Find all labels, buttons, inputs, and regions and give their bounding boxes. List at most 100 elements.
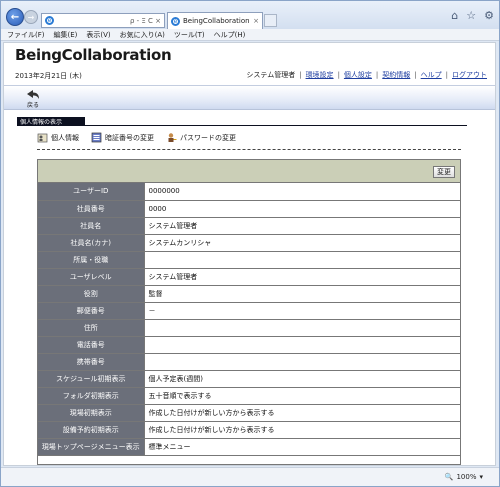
field-label: 現場初期表示 xyxy=(38,404,145,422)
subtab-bar: 個人情報 暗証番号の変更 パスワードの変更 xyxy=(37,132,236,143)
field-value: 個人予定表(週間) xyxy=(144,370,460,388)
subtab-personal-info[interactable]: 個人情報 xyxy=(37,132,79,143)
person-key-icon xyxy=(168,133,177,142)
table-row: フォルダ初期表示 五十音順で表示する xyxy=(38,387,460,405)
field-value: 0000000 xyxy=(144,183,460,201)
current-date: 2013年2月21日 (木) xyxy=(15,72,82,80)
header-links: システム管理者 | 環境設定 | 個人設定 | 契約情報 | ヘルプ | ログア… xyxy=(246,70,487,80)
link-contract-info[interactable]: 契約情報 xyxy=(382,70,410,80)
ie-logo-icon: e xyxy=(45,16,54,25)
magnifier-icon: 🔍 xyxy=(444,473,454,481)
menu-favorites[interactable]: お気に入り(A) xyxy=(120,30,165,40)
back-arrow-icon[interactable]: ← xyxy=(6,8,24,26)
table-row: 役割 監督 xyxy=(38,285,460,303)
zoom-level: 100% xyxy=(456,473,477,481)
field-label: 携帯番号 xyxy=(38,353,145,371)
profile-panel: 変更 ユーザーID 0000000 社員番号 0000 社員名 システム管理者 社員名(カナ… xyxy=(37,159,461,465)
tab-close-icon[interactable]: × xyxy=(253,17,259,25)
browser-toolbar: ← → e ρ - Ξ C × e BeingCollaboration × ⌂… xyxy=(1,1,499,29)
menu-help[interactable]: ヘルプ(H) xyxy=(214,30,246,40)
zoom-control[interactable]: 🔍 100% ▾ xyxy=(445,473,483,481)
field-value: 標準メニュー xyxy=(144,438,460,456)
field-value: システム管理者 xyxy=(144,217,460,235)
table-row: 社員名 システム管理者 xyxy=(38,217,460,235)
table-row: 電話番号 xyxy=(38,336,460,354)
table-row: 現場トップページメニュー表示 標準メニュー xyxy=(38,438,460,456)
subtab-password-change-label: パスワードの変更 xyxy=(180,133,236,142)
field-value xyxy=(144,319,460,337)
browser-top-icons: ⌂ ☆ ⚙ xyxy=(451,9,494,22)
gear-icon[interactable]: ⚙ xyxy=(484,9,494,22)
table-row: 携帯番号 xyxy=(38,353,460,371)
subtab-password-change[interactable]: パスワードの変更 xyxy=(166,132,236,143)
favorites-star-icon[interactable]: ☆ xyxy=(466,9,476,22)
user-role: システム管理者 xyxy=(246,71,296,79)
table-row: 社員番号 0000 xyxy=(38,200,460,218)
menu-edit[interactable]: 編集(E) xyxy=(54,30,78,40)
subtab-pin-change[interactable]: 暗証番号の変更 xyxy=(91,132,154,143)
menu-bar: ファイル(F) 編集(E) 表示(V) お気に入り(A) ツール(T) ヘルプ(… xyxy=(1,29,499,41)
field-value: 作成した日付けが新しい方から表示する xyxy=(144,421,460,439)
field-value: 作成した日付けが新しい方から表示する xyxy=(144,404,460,422)
field-label: ユーザレベル xyxy=(38,268,145,286)
field-label: 社員名 xyxy=(38,217,145,235)
table-row: スケジュール初期表示 個人予定表(週間) xyxy=(38,370,460,388)
app-toolbar: 戻る xyxy=(4,85,495,110)
section-divider xyxy=(17,125,467,126)
table-row: ユーザレベル システム管理者 xyxy=(38,268,460,286)
field-value: システム管理者 xyxy=(144,268,460,286)
edit-button[interactable]: 変更 xyxy=(433,166,455,178)
table-row: ユーザーID 0000000 xyxy=(38,183,460,201)
status-bar: 🔍 100% ▾ xyxy=(1,467,499,486)
menu-file[interactable]: ファイル(F) xyxy=(7,30,45,40)
field-label: スケジュール初期表示 xyxy=(38,370,145,388)
tab-title: BeingCollaboration xyxy=(183,17,250,25)
field-value xyxy=(144,336,460,354)
field-label: 現場トップページメニュー表示 xyxy=(38,438,145,456)
app-header: BeingCollaboration 2013年2月21日 (木) システム管理… xyxy=(4,43,495,85)
field-label: 社員名(カナ) xyxy=(38,234,145,252)
chevron-down-icon: ▾ xyxy=(479,473,483,481)
return-label: 戻る xyxy=(26,102,39,109)
browser-tab[interactable]: e BeingCollaboration × xyxy=(167,12,263,29)
link-personal-settings[interactable]: 個人設定 xyxy=(344,70,372,80)
field-label: ユーザーID xyxy=(38,183,145,201)
return-arrow-icon xyxy=(27,90,39,99)
field-label: 社員番号 xyxy=(38,200,145,218)
field-label: 電話番号 xyxy=(38,336,145,354)
menu-tools[interactable]: ツール(T) xyxy=(174,30,205,40)
field-label: 住所 xyxy=(38,319,145,337)
link-help[interactable]: ヘルプ xyxy=(421,70,442,80)
subtab-personal-info-label: 個人情報 xyxy=(51,133,79,142)
subtab-pin-change-label: 暗証番号の変更 xyxy=(105,133,154,142)
new-tab-button[interactable] xyxy=(264,14,277,27)
address-bar[interactable]: e ρ - Ξ C × xyxy=(41,13,165,28)
field-label: フォルダ初期表示 xyxy=(38,387,145,405)
table-row: 現場初期表示 作成した日付けが新しい方から表示する xyxy=(38,404,460,422)
page-content: BeingCollaboration 2013年2月21日 (木) システム管理… xyxy=(3,42,496,466)
profile-table: ユーザーID 0000000 社員番号 0000 社員名 システム管理者 社員名(カナ) シス… xyxy=(38,183,460,456)
field-label: 郵便番号 xyxy=(38,302,145,320)
field-value: 五十音順で表示する xyxy=(144,387,460,405)
forward-arrow-icon[interactable]: → xyxy=(24,10,38,24)
subtab-divider xyxy=(37,149,461,150)
field-value xyxy=(144,251,460,269)
field-value: 監督 xyxy=(144,285,460,303)
link-logout[interactable]: ログアウト xyxy=(452,70,487,80)
tab-ie-icon: e xyxy=(171,16,180,26)
field-label: 役割 xyxy=(38,285,145,303)
home-icon[interactable]: ⌂ xyxy=(451,9,458,22)
table-row: 郵便番号－ xyxy=(38,302,460,320)
link-environment-settings[interactable]: 環境設定 xyxy=(306,70,334,80)
table-row: 所属・役職 xyxy=(38,251,460,269)
field-value: システムカンリシャ xyxy=(144,234,460,252)
table-row: 住所 xyxy=(38,319,460,337)
return-button[interactable]: 戻る xyxy=(22,89,44,109)
field-value xyxy=(144,353,460,371)
keypad-icon xyxy=(91,132,102,143)
person-card-icon xyxy=(37,133,48,143)
menu-view[interactable]: 表示(V) xyxy=(86,30,110,40)
panel-header: 変更 xyxy=(38,160,460,183)
app-title: BeingCollaboration xyxy=(15,46,172,64)
address-tools[interactable]: ρ - Ξ C × xyxy=(130,17,164,25)
